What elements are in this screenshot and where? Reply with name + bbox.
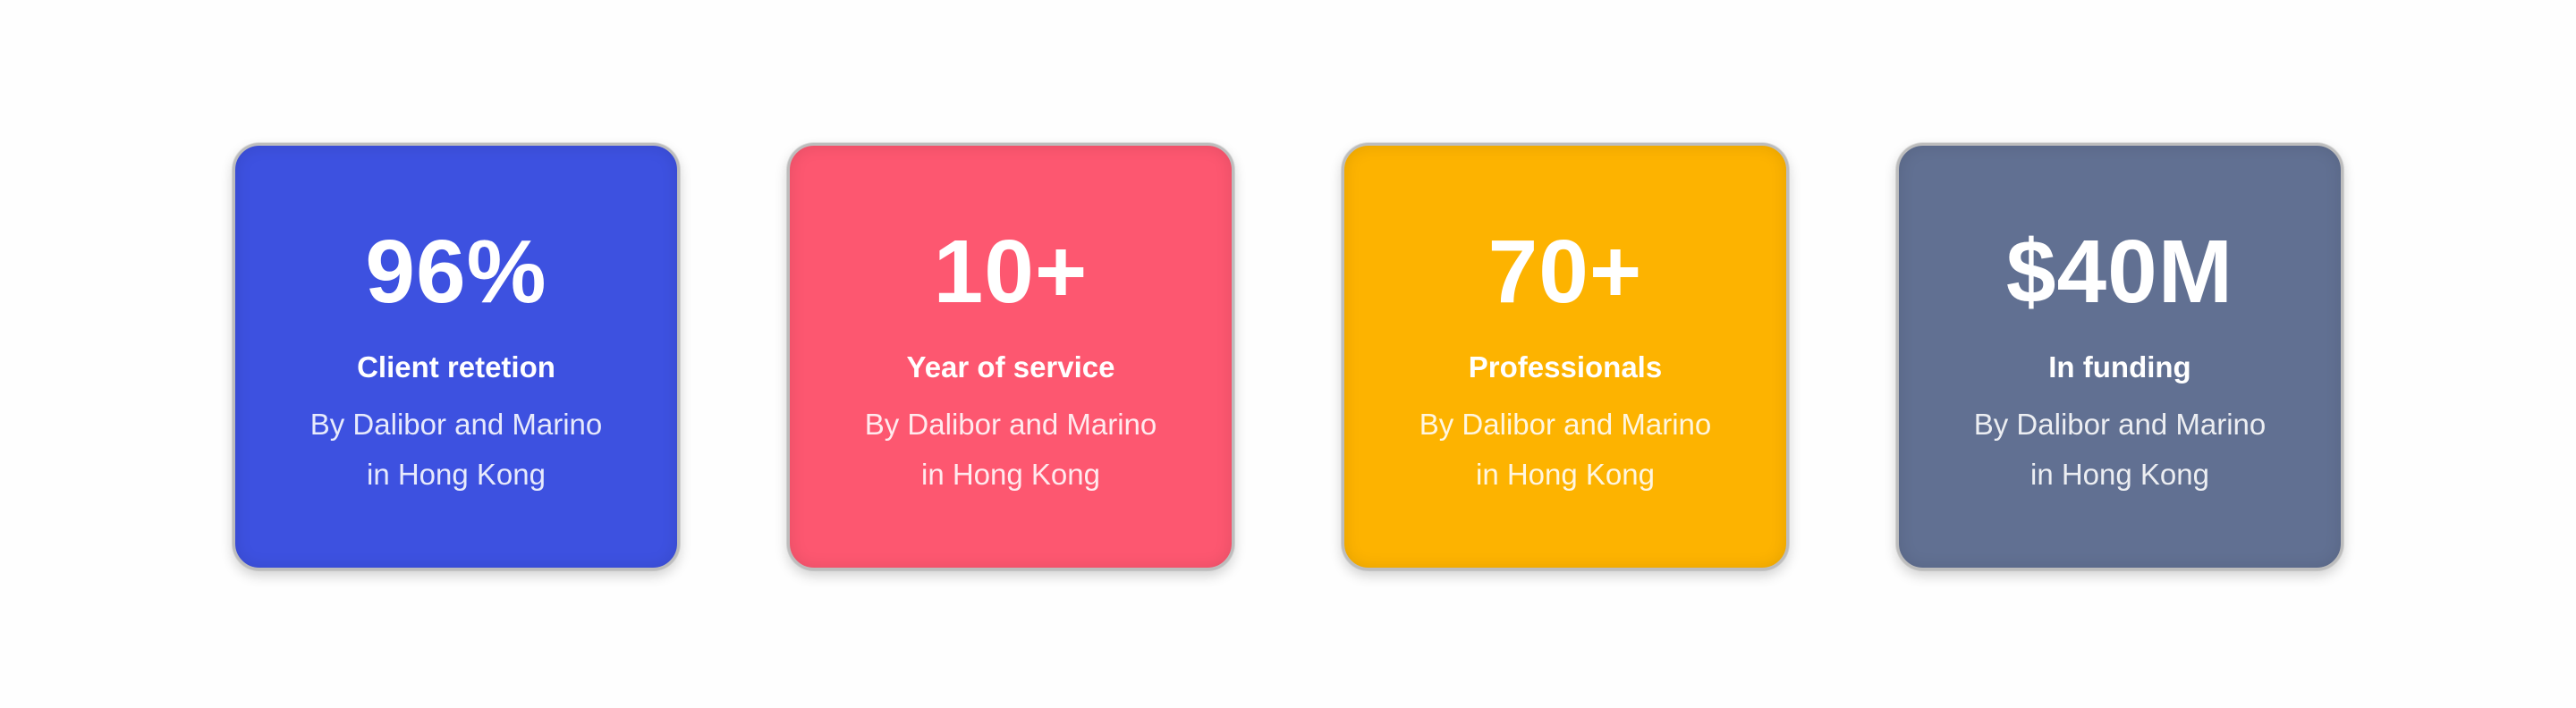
- stat-description: By Dalibor and Marino in Hong Kong: [271, 400, 641, 500]
- stat-label: Professionals: [1468, 350, 1663, 384]
- stat-value: 96%: [365, 222, 547, 322]
- stat-description: By Dalibor and Marino in Hong Kong: [1380, 400, 1750, 500]
- stat-card-years-of-service: 10+ Year of service By Dalibor and Marin…: [787, 143, 1234, 570]
- stat-description-line: in Hong Kong: [2030, 458, 2209, 491]
- stat-description-line: By Dalibor and Marino: [864, 408, 1157, 441]
- stat-card-professionals: 70+ Professionals By Dalibor and Marino …: [1342, 143, 1789, 570]
- stat-card-funding: $40M In funding By Dalibor and Marino in…: [1896, 143, 2343, 570]
- stat-description-line: By Dalibor and Marino: [1973, 408, 2267, 441]
- stat-value: 10+: [933, 222, 1089, 322]
- stats-row: 96% Client retetion By Dalibor and Marin…: [0, 0, 2576, 708]
- stat-card-client-retention: 96% Client retetion By Dalibor and Marin…: [233, 143, 680, 570]
- stat-label: In funding: [2048, 350, 2191, 384]
- stat-description: By Dalibor and Marino in Hong Kong: [1935, 400, 2305, 500]
- stat-value: $40M: [2005, 222, 2234, 322]
- stat-description-line: in Hong Kong: [921, 458, 1100, 491]
- stat-description-line: in Hong Kong: [367, 458, 546, 491]
- stat-value: 70+: [1487, 222, 1643, 322]
- stat-description-line: in Hong Kong: [1476, 458, 1655, 491]
- stat-label: Year of service: [906, 350, 1115, 384]
- stat-description-line: By Dalibor and Marino: [309, 408, 603, 441]
- stat-description-line: By Dalibor and Marino: [1419, 408, 1712, 441]
- stat-label: Client retetion: [357, 350, 555, 384]
- stat-description: By Dalibor and Marino in Hong Kong: [826, 400, 1196, 500]
